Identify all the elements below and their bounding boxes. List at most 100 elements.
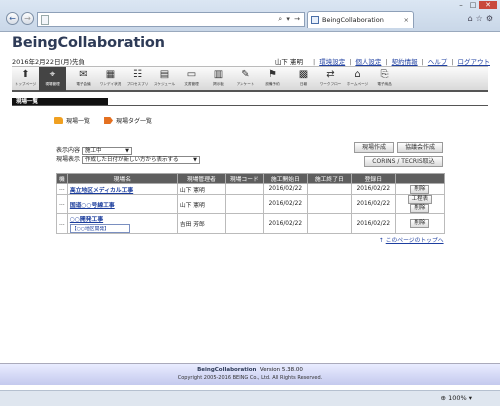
code-cell xyxy=(224,213,264,234)
brand-title: BeingCollaboration xyxy=(12,35,165,51)
close-icon[interactable]: ✕ xyxy=(479,1,497,9)
page-icon xyxy=(41,15,49,25)
browser-chrome: – □ ✕ ← → ⌕ ▾ → BeingCollaboration × ⌂☆⚙ xyxy=(0,0,500,32)
end-date-cell xyxy=(306,213,352,234)
footer-version: Version 5.38.00 xyxy=(259,367,303,373)
col-manager: 現場管理者 xyxy=(176,173,226,184)
contract-info-link[interactable]: 契約情報 xyxy=(392,58,418,66)
code-cell xyxy=(224,183,264,195)
page-footer: BeingCollaboration Version 5.38.00 Copyr… xyxy=(0,363,500,385)
chevron-down-icon: ▼ xyxy=(193,156,198,163)
site-subtitle-tag[interactable]: 【○○地区開発】 xyxy=(69,224,130,233)
grid-icon: ▦ xyxy=(105,69,116,80)
start-date-cell: 2016/02/22 xyxy=(262,213,308,234)
status-filter-select[interactable]: 施工中 ▼ xyxy=(82,146,133,155)
delete-button[interactable]: 削除 xyxy=(410,204,430,213)
toolbar-icons[interactable]: ⌂☆⚙ xyxy=(468,14,496,23)
schedule-button[interactable]: 工程表 xyxy=(407,195,433,204)
user-links: 山下 憲明 | 環境設定 | 個人設定 | 契約情報 | ヘルプ | ログアウト xyxy=(274,58,491,66)
delete-button[interactable]: 削除 xyxy=(410,184,430,194)
tab-close-icon[interactable]: × xyxy=(404,12,409,28)
folder-icon xyxy=(54,117,63,124)
site-icon: ⌖ xyxy=(49,69,56,80)
col-actions xyxy=(394,173,446,184)
address-bar[interactable]: ⌕ ▾ → xyxy=(37,12,305,27)
mail-icon: ✉ xyxy=(79,69,88,80)
site-table: 機 現場名 現場管理者 現場コード 施工開始日 施工終了日 登録日 … 高立地区… xyxy=(56,173,446,234)
menu-item-reservation[interactable]: ⚑ 設備予約 xyxy=(259,67,286,91)
start-date-cell: 2016/02/22 xyxy=(262,183,308,195)
back-to-top-link[interactable]: ↑ このページのトップへ xyxy=(379,235,444,244)
address-controls[interactable]: ⌕ ▾ → xyxy=(278,15,301,24)
col-registered: 登録日 xyxy=(350,173,396,184)
favicon-icon xyxy=(311,16,319,24)
col-mark: 機 xyxy=(56,173,68,184)
zoom-control[interactable]: ⊕ 100% ▾ xyxy=(441,394,472,402)
code-cell xyxy=(224,194,264,214)
menu-item-survey[interactable]: ✎ アンケート xyxy=(232,67,259,91)
minimize-icon[interactable]: – xyxy=(455,1,467,9)
delete-button[interactable]: 削除 xyxy=(410,219,430,228)
registered-date-cell: 2016/02/22 xyxy=(350,183,396,195)
site-name-link[interactable]: 高立地区メディカル工事 xyxy=(70,188,133,194)
personal-settings-link[interactable]: 個人設定 xyxy=(355,58,381,66)
sub-links: 現場一覧 現場タグ一覧 xyxy=(54,116,152,125)
tag-icon xyxy=(104,117,114,124)
registered-date-cell: 2016/02/22 xyxy=(350,213,396,234)
start-date-cell: 2016/02/22 xyxy=(262,194,308,214)
footer-brand: BeingCollaboration xyxy=(197,367,257,373)
end-date-cell xyxy=(306,183,352,195)
site-name-link[interactable]: 国道○○号線工事 xyxy=(70,203,115,209)
menu-item-top[interactable]: ⬆ トップページ xyxy=(12,67,39,91)
menu-item-daily-report[interactable]: ▩ 日報 xyxy=(290,67,317,91)
col-end: 施工終了日 xyxy=(306,173,352,184)
menu-item-homepage[interactable]: ⌂ ホームページ xyxy=(344,67,371,91)
end-date-cell xyxy=(306,194,352,214)
delivery-icon: ⎘ xyxy=(380,69,389,80)
menu-item-site-management[interactable]: ⌖ 現場管理 xyxy=(39,67,66,91)
menu-item-workflow[interactable]: ⇄ ワークフロー xyxy=(317,67,344,91)
menu-item-oneday[interactable]: ▦ ワンデイ状況 xyxy=(97,67,124,91)
menu-item-documents[interactable]: ▭ 文書管理 xyxy=(178,67,205,91)
menu-item-schedule[interactable]: ▤ スケジュール xyxy=(151,67,178,91)
calendar-icon: ▤ xyxy=(159,69,170,80)
corins-import-button[interactable]: CORINS / TECRIS取込 xyxy=(364,156,443,167)
manager-cell: 山下 憲明 xyxy=(176,194,226,214)
registered-date-cell: 2016/02/22 xyxy=(350,194,396,214)
chevron-down-icon: ▼ xyxy=(125,147,130,154)
table-row: … 高立地区メディカル工事 山下 憲明 2016/02/22 2016/02/2… xyxy=(56,183,446,195)
create-site-button[interactable]: 現場作成 xyxy=(354,142,394,153)
current-date: 2016年2月22日(月)先負 xyxy=(12,58,86,66)
order-filter-select[interactable]: 作成した日付が新しい方から表示する ▼ xyxy=(82,155,201,164)
env-settings-link[interactable]: 環境設定 xyxy=(319,58,345,66)
menu-item-board[interactable]: ▥ 掲示板 xyxy=(205,67,232,91)
browser-tab[interactable]: BeingCollaboration × xyxy=(307,11,414,28)
site-tag-list-link[interactable]: 現場タグ一覧 xyxy=(104,116,152,125)
help-link[interactable]: ヘルプ xyxy=(428,58,448,66)
status-filter-label: 表示内容 xyxy=(56,147,81,154)
footer-copyright: Copyright 2005-2016 BEING Co., Ltd. All … xyxy=(177,375,323,381)
menu-item-e-delivery[interactable]: ⎘ 電子納品 xyxy=(371,67,398,91)
table-header-row: 機 現場名 現場管理者 現場コード 施工開始日 施工終了日 登録日 xyxy=(56,173,446,184)
folder-icon: ▭ xyxy=(186,69,197,80)
main-menu: ⬆ トップページ ⌖ 現場管理 ✉ 電子会議 ▦ ワンデイ状況 ☷ プロセスプリ ▤ スケジ… xyxy=(12,66,488,92)
window-controls: – □ ✕ xyxy=(455,1,497,10)
maximize-icon[interactable]: □ xyxy=(467,1,479,9)
menu-item-process[interactable]: ☷ プロセスプリ xyxy=(124,67,151,91)
menu-item-conference[interactable]: ✉ 電子会議 xyxy=(70,67,97,91)
workflow-icon: ⇄ xyxy=(326,69,335,80)
site-name-link[interactable]: ○○開発工事 xyxy=(70,217,103,223)
logout-link[interactable]: ログアウト xyxy=(458,58,491,66)
create-council-button[interactable]: 協議会作成 xyxy=(397,142,443,153)
browser-statusbar: ⊕ 100% ▾ xyxy=(0,390,500,406)
heading-divider xyxy=(12,105,488,106)
tab-title: BeingCollaboration xyxy=(322,16,384,24)
table-row: … ○○開発工事 【○○地区開発】 吉田 芳郎 2016/02/22 2016/0… xyxy=(56,213,446,234)
back-icon[interactable]: ← xyxy=(6,12,19,25)
process-icon: ☷ xyxy=(133,69,142,80)
user-name: 山下 憲明 xyxy=(274,58,303,66)
forward-icon[interactable]: → xyxy=(21,12,34,25)
report-icon: ▩ xyxy=(298,69,309,80)
site-list-link[interactable]: 現場一覧 xyxy=(54,116,90,125)
table-row: … 国道○○号線工事 山下 憲明 2016/02/22 2016/02/22 工… xyxy=(56,194,446,214)
